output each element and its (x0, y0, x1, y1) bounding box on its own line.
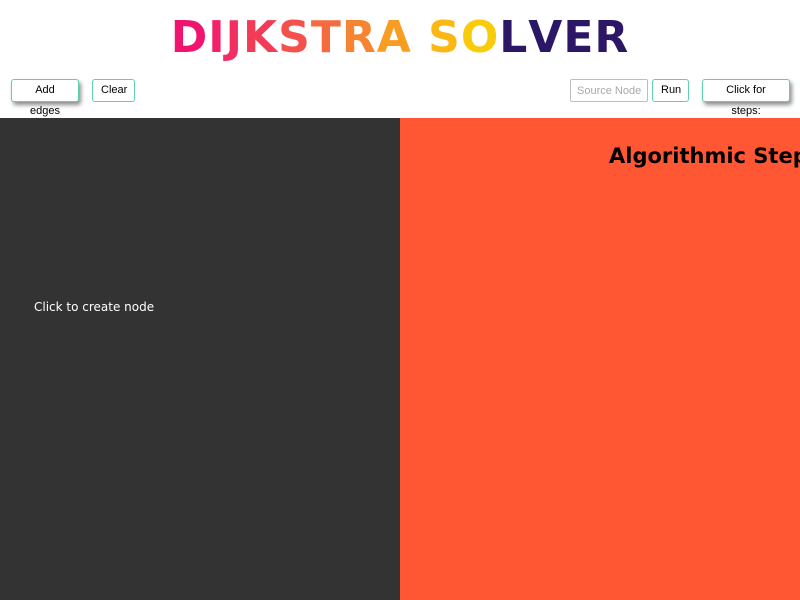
run-button[interactable]: Run (652, 79, 689, 102)
steps-panel: Algorithmic Steps (400, 118, 800, 600)
steps-button[interactable]: Click for steps: (702, 79, 790, 117)
steps-heading: Algorithmic Steps (609, 144, 800, 168)
title-letter: V (528, 12, 564, 63)
graph-canvas[interactable]: Click to create node (0, 118, 400, 600)
title-letter: S (428, 12, 461, 63)
title-letter: D (170, 12, 209, 63)
source-node-input[interactable] (570, 79, 648, 102)
header: DIJKSTRA SOLVER Add edges Clear Run Clic… (0, 0, 800, 118)
app-title: DIJKSTRA SOLVER (0, 12, 800, 64)
app-page: DIJKSTRA SOLVER Add edges Clear Run Clic… (0, 0, 800, 600)
title-letter: R (594, 12, 630, 63)
title-letter: O (460, 12, 500, 63)
title-letter: I (208, 12, 226, 63)
canvas-hint-text: Click to create node (34, 300, 155, 314)
title-letter: J (225, 12, 243, 63)
title-letter: L (499, 12, 529, 63)
clear-button[interactable]: Clear (92, 79, 135, 102)
title-letter: E (563, 12, 595, 63)
title-letter: R (341, 12, 377, 63)
add-edges-button[interactable]: Add edges (11, 79, 79, 117)
title-letter: S (278, 12, 311, 63)
title-letter: T (310, 12, 342, 63)
title-letter: A (376, 12, 412, 63)
title-letter: K (243, 12, 279, 63)
title-letter (412, 12, 428, 64)
